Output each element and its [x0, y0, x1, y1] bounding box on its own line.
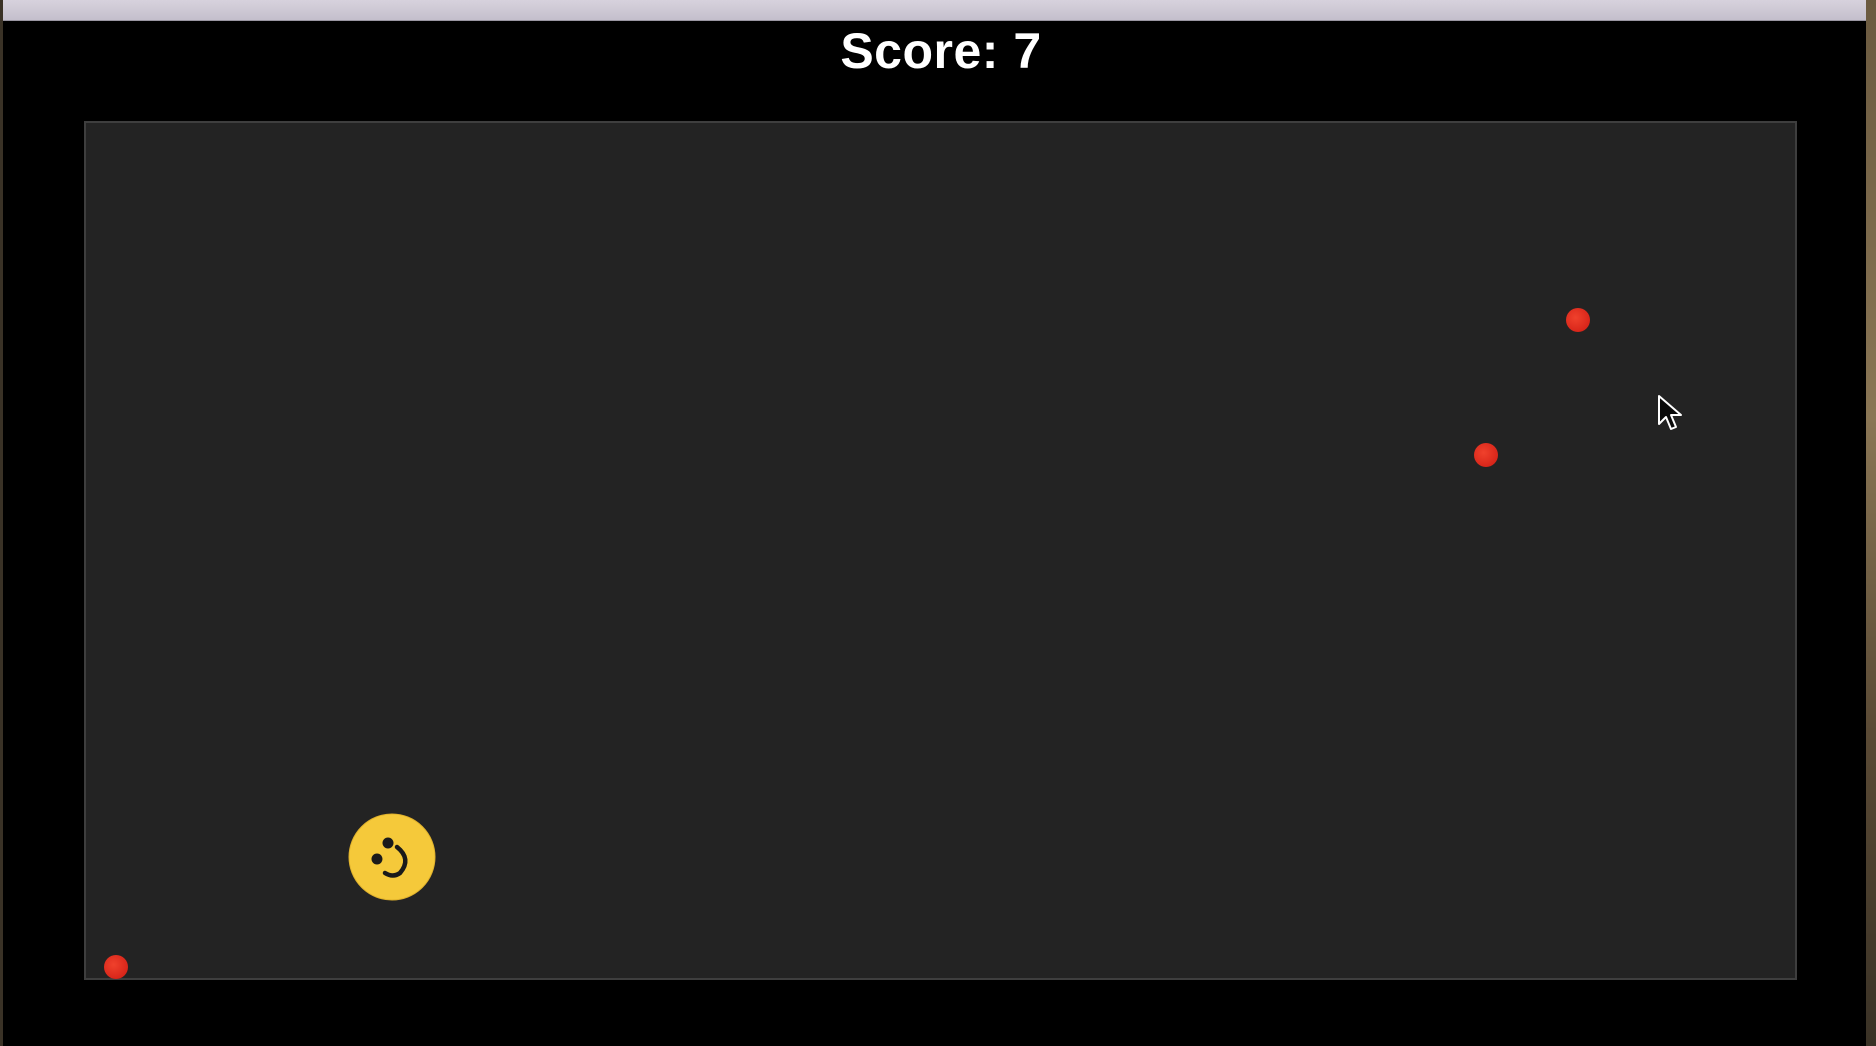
enemy-dot	[1474, 443, 1498, 467]
enemy-dot	[104, 955, 128, 979]
window-titlebar[interactable]	[3, 0, 1866, 21]
game-arena[interactable]	[84, 121, 1797, 980]
game-window: Score: 7	[3, 0, 1866, 1046]
desktop-background-right	[1866, 0, 1876, 1046]
score-label: Score: 7	[840, 23, 1042, 79]
enemy-dot	[1566, 308, 1590, 332]
mouse-cursor-icon	[1658, 395, 1682, 430]
player-smiley-icon	[348, 813, 436, 901]
